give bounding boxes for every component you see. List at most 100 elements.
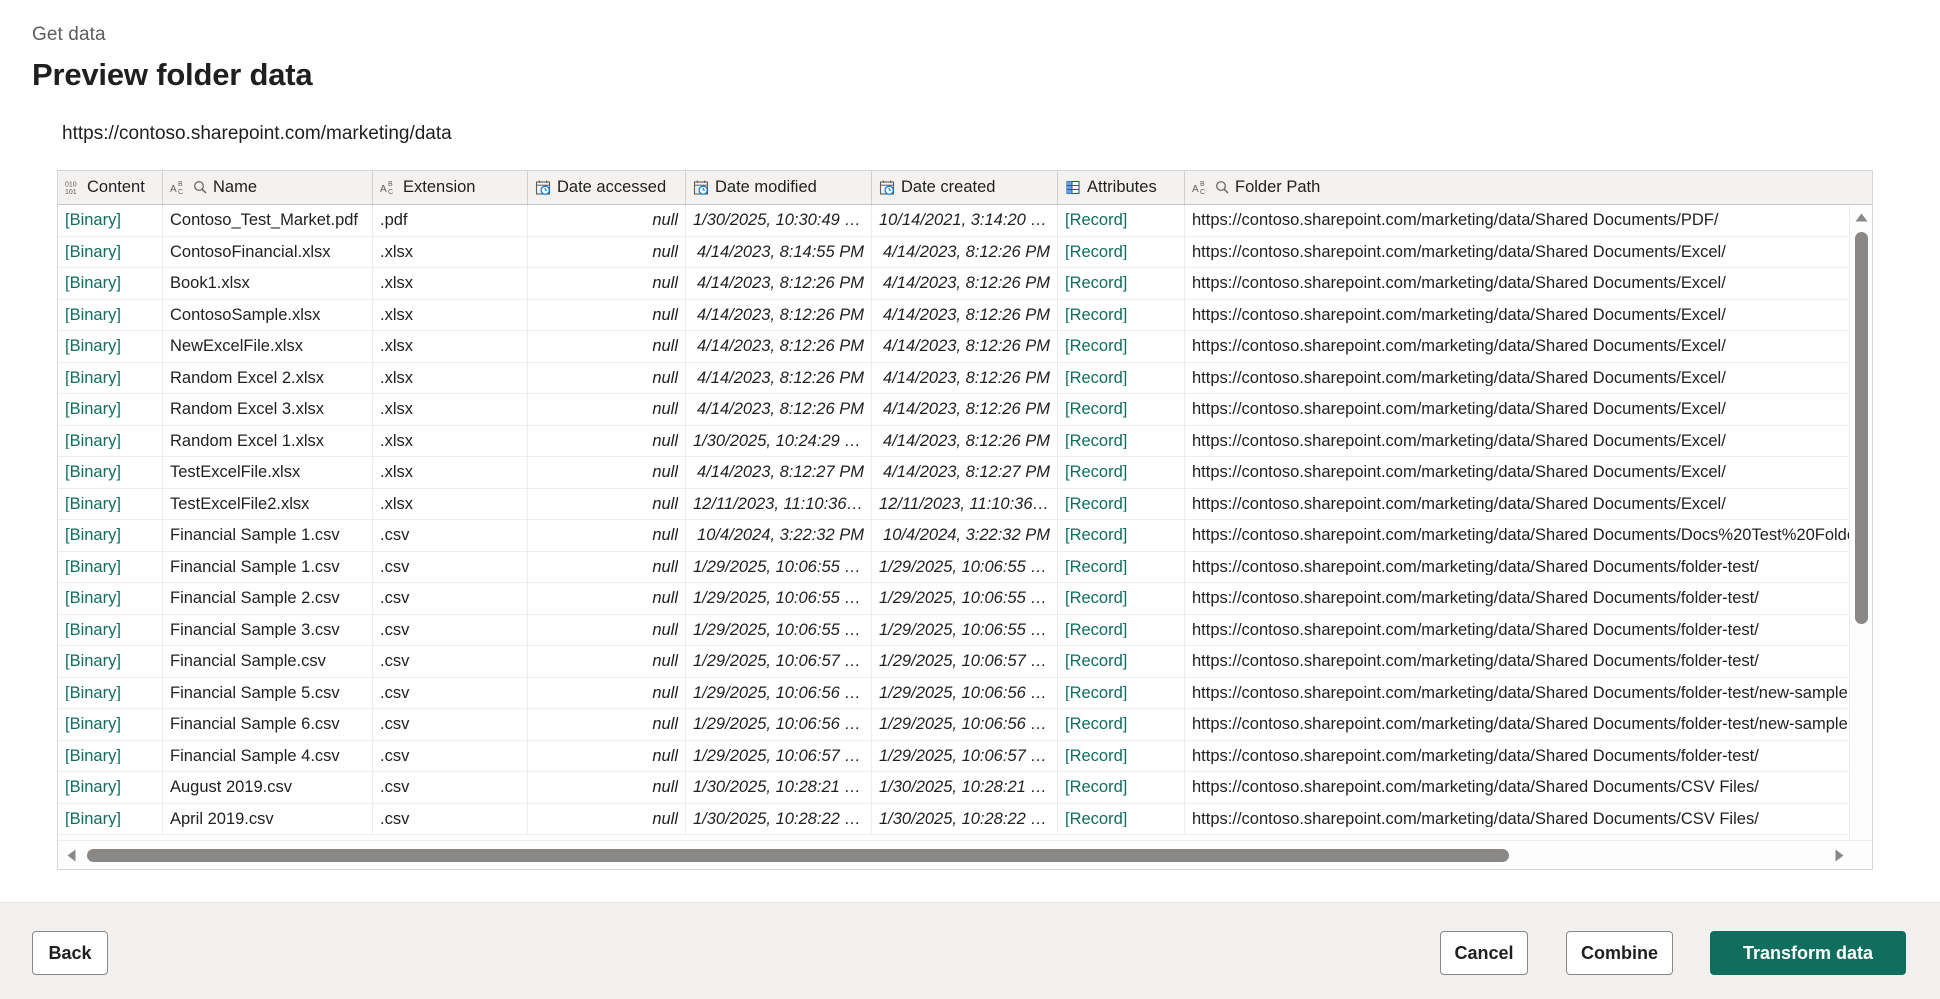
table-row[interactable]: [Binary] Random Excel 2.xlsx .xlsx null 4/14…	[58, 362, 1872, 394]
cell-attributes[interactable]: [Record]	[1058, 583, 1185, 614]
cell-name-text: Contoso_Test_Market.pdf	[170, 212, 359, 229]
cell-content[interactable]: [Binary]	[58, 740, 163, 771]
cell-attributes[interactable]: [Record]	[1058, 331, 1185, 362]
cell-content[interactable]: [Binary]	[58, 677, 163, 708]
cell-attributes[interactable]: [Record]	[1058, 614, 1185, 645]
cell-attributes[interactable]: [Record]	[1058, 520, 1185, 551]
column-header-folder-path[interactable]: A B C Folder Path	[1185, 171, 1872, 204]
binary-type-icon: 010 101	[65, 182, 77, 197]
cell-extension-text: .csv	[380, 653, 410, 670]
cell-attributes[interactable]: [Record]	[1058, 677, 1185, 708]
table-row[interactable]: [Binary] Contoso_Test_Market.pdf .pdf null 1…	[58, 205, 1872, 237]
column-header-date-accessed[interactable]: Date accessed	[528, 171, 686, 204]
table-row[interactable]: [Binary] Financial Sample 1.csv .csv null 1/…	[58, 551, 1872, 583]
table-row[interactable]: [Binary] Financial Sample 4.csv .csv null 1/…	[58, 740, 1872, 772]
cell-attributes[interactable]: [Record]	[1058, 236, 1185, 267]
cell-attributes[interactable]: [Record]	[1058, 299, 1185, 330]
cell-attributes[interactable]: [Record]	[1058, 394, 1185, 425]
cell-content[interactable]: [Binary]	[58, 268, 163, 299]
column-header-attributes[interactable]: Attributes	[1058, 171, 1185, 204]
cell-extension-text: .csv	[380, 810, 410, 827]
cell-attributes[interactable]: [Record]	[1058, 709, 1185, 740]
table-row[interactable]: [Binary] Financial Sample 5.csv .csv null 1/…	[58, 677, 1872, 709]
cell-attributes[interactable]: [Record]	[1058, 425, 1185, 456]
cell-content[interactable]: [Binary]	[58, 772, 163, 803]
cell-date-accessed-text: null	[652, 275, 678, 292]
cell-content[interactable]: [Binary]	[58, 709, 163, 740]
cell-content[interactable]: [Binary]	[58, 394, 163, 425]
vertical-scrollbar-thumb[interactable]	[1855, 232, 1868, 624]
column-header-date-modified[interactable]: Date modified	[686, 171, 872, 204]
cell-content[interactable]: [Binary]	[58, 520, 163, 551]
cell-content[interactable]: [Binary]	[58, 646, 163, 677]
column-header-content[interactable]: 010 101 Content	[58, 171, 163, 204]
transform-data-button[interactable]: Transform data	[1710, 931, 1906, 975]
table-row[interactable]: [Binary] Financial Sample 1.csv .csv null 10…	[58, 520, 1872, 552]
scroll-right-arrow-icon[interactable]	[1828, 841, 1850, 869]
cell-content[interactable]: [Binary]	[58, 236, 163, 267]
cell-attributes-text: [Record]	[1065, 495, 1128, 512]
horizontal-scrollbar[interactable]	[58, 840, 1872, 869]
table-header-row: 010 101 Content A B C Name A B C Extensi…	[58, 171, 1872, 205]
cell-content[interactable]: [Binary]	[58, 457, 163, 488]
cancel-button[interactable]: Cancel	[1440, 931, 1528, 975]
cell-date-modified-text: 1/29/2025, 10:06:55 PM	[693, 590, 864, 607]
cell-date-modified-text: 1/29/2025, 10:06:57 PM	[693, 747, 864, 764]
table-row[interactable]: [Binary] ContosoSample.xlsx .xlsx null 4/14/…	[58, 299, 1872, 331]
table-row[interactable]: [Binary] NewExcelFile.xlsx .xlsx null 4/14/2…	[58, 331, 1872, 363]
cell-attributes[interactable]: [Record]	[1058, 803, 1185, 834]
column-header-extension[interactable]: A B C Extension	[373, 171, 528, 204]
cell-attributes[interactable]: [Record]	[1058, 551, 1185, 582]
cell-attributes[interactable]: [Record]	[1058, 740, 1185, 771]
table-row[interactable]: [Binary] TestExcelFile2.xlsx .xlsx null 12/1…	[58, 488, 1872, 520]
table-row[interactable]: [Binary] Financial Sample 2.csv .csv null 1/…	[58, 583, 1872, 615]
table-row[interactable]: [Binary] Book1.xlsx .xlsx null 4/14/2023, 8:…	[58, 268, 1872, 300]
table-row[interactable]: [Binary] TestExcelFile.xlsx .xlsx null 4/14/…	[58, 457, 1872, 489]
cell-attributes[interactable]: [Record]	[1058, 268, 1185, 299]
cell-attributes[interactable]: [Record]	[1058, 646, 1185, 677]
table-row[interactable]: [Binary] Financial Sample 6.csv .csv null 1/…	[58, 709, 1872, 741]
cell-content[interactable]: [Binary]	[58, 425, 163, 456]
scroll-up-arrow-icon[interactable]	[1850, 207, 1872, 227]
table-row[interactable]: [Binary] Financial Sample 3.csv .csv null 1/…	[58, 614, 1872, 646]
column-header-name[interactable]: A B C Name	[163, 171, 373, 204]
source-url-label: https://contoso.sharepoint.com/marketing…	[62, 123, 452, 144]
scroll-left-arrow-icon[interactable]	[60, 841, 82, 869]
cell-content[interactable]: [Binary]	[58, 299, 163, 330]
table-row[interactable]: [Binary] Financial Sample.csv .csv null 1/29…	[58, 646, 1872, 678]
combine-button[interactable]: Combine	[1566, 931, 1673, 975]
cell-attributes[interactable]: [Record]	[1058, 488, 1185, 519]
datetime-type-icon	[879, 180, 895, 195]
cell-content[interactable]: [Binary]	[58, 362, 163, 393]
cell-attributes[interactable]: [Record]	[1058, 457, 1185, 488]
cell-content[interactable]: [Binary]	[58, 614, 163, 645]
cell-folder-path-text: https://contoso.sharepoint.com/marketing…	[1192, 590, 1759, 607]
cell-content[interactable]: [Binary]	[58, 205, 163, 236]
horizontal-scrollbar-thumb[interactable]	[87, 849, 1509, 862]
cell-content[interactable]: [Binary]	[58, 583, 163, 614]
cell-folder-path-text: https://contoso.sharepoint.com/marketing…	[1192, 306, 1726, 323]
table-row[interactable]: [Binary] April 2019.csv .csv null 1/30/2025,…	[58, 803, 1872, 835]
column-header-date-created[interactable]: Date created	[872, 171, 1058, 204]
cell-attributes-text: [Record]	[1065, 212, 1128, 229]
svg-text:A: A	[170, 184, 177, 195]
table-row[interactable]: [Binary] ContosoFinancial.xlsx .xlsx null 4/…	[58, 236, 1872, 268]
cell-folder-path-text: https://contoso.sharepoint.com/marketing…	[1192, 621, 1759, 638]
table-row[interactable]: [Binary] August 2019.csv .csv null 1/30/2025…	[58, 772, 1872, 804]
back-button[interactable]: Back	[32, 931, 108, 975]
cell-date-modified: 1/30/2025, 10:28:21 PM	[686, 772, 872, 803]
table-row[interactable]: [Binary] Random Excel 1.xlsx .xlsx null 1/30…	[58, 425, 1872, 457]
cell-attributes[interactable]: [Record]	[1058, 772, 1185, 803]
cell-attributes[interactable]: [Record]	[1058, 362, 1185, 393]
cell-extension-text: .xlsx	[380, 243, 413, 260]
cell-content[interactable]: [Binary]	[58, 551, 163, 582]
vertical-scrollbar[interactable]	[1849, 206, 1872, 869]
cell-extension-text: .csv	[380, 558, 410, 575]
cell-attributes[interactable]: [Record]	[1058, 205, 1185, 236]
cell-content[interactable]: [Binary]	[58, 803, 163, 834]
table-row[interactable]: [Binary] Random Excel 3.xlsx .xlsx null 4/14…	[58, 394, 1872, 426]
cell-content[interactable]: [Binary]	[58, 331, 163, 362]
cell-content[interactable]: [Binary]	[58, 488, 163, 519]
column-header-label: Date modified	[715, 178, 817, 196]
cell-date-modified-text: 1/29/2025, 10:06:55 PM	[693, 621, 864, 638]
